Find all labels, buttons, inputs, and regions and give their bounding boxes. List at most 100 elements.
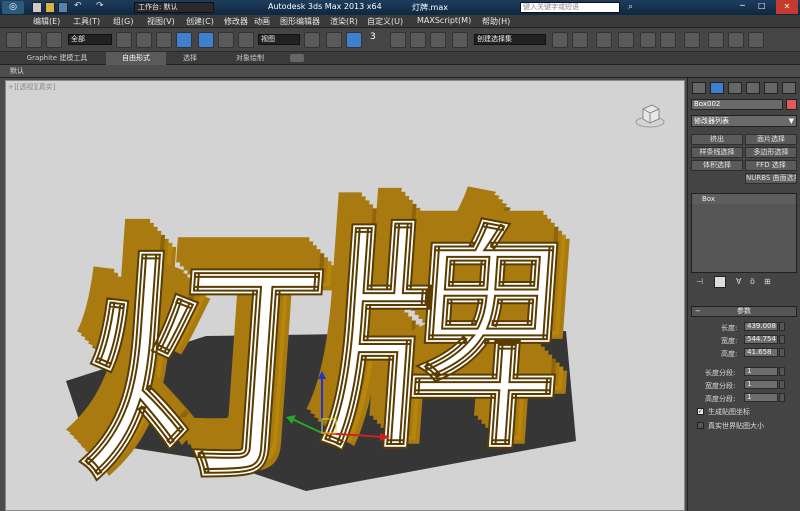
object-name-field[interactable]: Box002: [691, 99, 783, 110]
object-color-swatch[interactable]: [786, 99, 797, 110]
bind-space-warp-icon[interactable]: [46, 32, 62, 48]
menu-animation[interactable]: 动画: [254, 16, 270, 27]
schematic-view-icon[interactable]: [660, 32, 676, 48]
length-segs-input[interactable]: 1: [744, 367, 778, 376]
menu-edit[interactable]: 编辑(E): [33, 16, 60, 27]
save-file-icon[interactable]: [58, 2, 68, 13]
length-spinner[interactable]: [779, 322, 785, 331]
search-input[interactable]: 键入关键字或短语: [520, 2, 620, 13]
ribbon-options-icon[interactable]: [290, 54, 304, 62]
percent-snap-icon[interactable]: [410, 32, 426, 48]
tab-freeform[interactable]: 自由形式: [106, 52, 166, 65]
make-unique-icon[interactable]: ∀: [736, 277, 746, 287]
menu-graph-editors[interactable]: 图形编辑器: [280, 16, 320, 27]
minimize-icon[interactable]: ─: [740, 1, 745, 10]
menu-view[interactable]: 视图(V): [147, 16, 175, 27]
layer-manager-icon[interactable]: [596, 32, 612, 48]
vol-select-button[interactable]: 体积选择: [691, 160, 743, 171]
workspace-dropdown[interactable]: 工作台: 默认: [134, 2, 214, 13]
undo-icon[interactable]: ↶: [74, 1, 82, 11]
app-logo-icon[interactable]: ◎: [2, 1, 24, 14]
render-icon[interactable]: [748, 32, 764, 48]
select-manipulate-icon[interactable]: [326, 32, 342, 48]
width-spinner[interactable]: [779, 335, 785, 344]
perspective-viewport[interactable]: +][透视][真实] 灯 灯 灯 灯 灯 灯 灯 灯 灯 牌 牌 牌 牌 牌 牌…: [5, 80, 685, 511]
angle-snap-icon[interactable]: [390, 32, 406, 48]
align-icon[interactable]: [572, 32, 588, 48]
menu-customize[interactable]: 自定义(U): [367, 16, 403, 27]
height-segs-spinner[interactable]: [779, 393, 785, 402]
edit-named-selection-icon[interactable]: [452, 32, 468, 48]
select-scale-icon[interactable]: [238, 32, 254, 48]
move-gizmo-icon[interactable]: [284, 371, 394, 441]
mirror-icon[interactable]: [552, 32, 568, 48]
select-by-name-icon[interactable]: [136, 32, 152, 48]
menu-modifiers[interactable]: 修改器: [224, 16, 248, 27]
height-spinner[interactable]: [779, 348, 785, 357]
redo-icon[interactable]: ↷: [96, 1, 104, 11]
height-segs-input[interactable]: 1: [744, 393, 778, 402]
rollout-params-header[interactable]: − 参数: [691, 306, 797, 317]
new-file-icon[interactable]: [32, 2, 42, 13]
select-object-icon[interactable]: [116, 32, 132, 48]
stack-item-box[interactable]: Box: [692, 194, 796, 204]
menu-help[interactable]: 帮助(H): [482, 16, 510, 27]
close-icon[interactable]: ✕: [776, 0, 798, 14]
open-file-icon[interactable]: [45, 2, 55, 13]
gen-mapping-checkbox[interactable]: ✓: [697, 408, 704, 415]
ffd-select-button[interactable]: FFD 选择: [745, 160, 797, 171]
menu-create[interactable]: 创建(C): [186, 16, 214, 27]
configure-sets-icon[interactable]: ⊞: [764, 277, 774, 287]
pin-stack-icon[interactable]: ⊣: [696, 277, 706, 287]
width-segs-input[interactable]: 1: [744, 380, 778, 389]
motion-tab-icon[interactable]: [746, 82, 760, 94]
menu-rendering[interactable]: 渲染(R): [330, 16, 358, 27]
keyboard-shortcut-icon[interactable]: [346, 32, 362, 48]
select-move-icon[interactable]: [198, 32, 214, 48]
show-end-result-icon[interactable]: [714, 276, 726, 288]
spinner-snap-icon[interactable]: [430, 32, 446, 48]
extrude-button[interactable]: 挤出: [691, 134, 743, 145]
search-icon[interactable]: ⌕: [628, 2, 633, 12]
tab-selection[interactable]: 选择: [170, 52, 210, 65]
tab-graphite[interactable]: Graphite 建模工具: [18, 52, 96, 65]
curve-editor-icon[interactable]: [640, 32, 656, 48]
menu-maxscript[interactable]: MAXScript(M): [417, 16, 471, 25]
remove-modifier-icon[interactable]: ö: [750, 277, 760, 287]
width-input[interactable]: 544.754: [744, 335, 778, 344]
create-tab-icon[interactable]: [692, 82, 706, 94]
link-icon[interactable]: [6, 32, 22, 48]
width-segs-spinner[interactable]: [779, 380, 785, 389]
poly-select-button[interactable]: 多边形选择: [745, 147, 797, 158]
modify-tab-icon[interactable]: [710, 82, 724, 94]
length-segs-spinner[interactable]: [779, 367, 785, 376]
graphite-toggle-icon[interactable]: [618, 32, 634, 48]
material-editor-icon[interactable]: [684, 32, 700, 48]
maximize-icon[interactable]: □: [758, 1, 766, 10]
window-crossing-icon[interactable]: [176, 32, 192, 48]
named-selection-dropdown[interactable]: 创建选择集: [474, 34, 546, 45]
rectangular-selection-icon[interactable]: [156, 32, 172, 48]
patch-select-button[interactable]: 面片选择: [745, 134, 797, 145]
real-world-checkbox[interactable]: [697, 422, 704, 429]
modifier-stack[interactable]: Box: [691, 193, 797, 273]
utilities-tab-icon[interactable]: [782, 82, 796, 94]
ref-coord-dropdown[interactable]: 视图: [258, 34, 300, 45]
unlink-icon[interactable]: [26, 32, 42, 48]
tab-object-paint[interactable]: 对象绘制: [220, 52, 280, 65]
pivot-center-icon[interactable]: [304, 32, 320, 48]
menu-tools[interactable]: 工具(T): [73, 16, 100, 27]
scene-3d-text[interactable]: 灯 灯 灯 灯 灯 灯 灯 灯 灯 牌 牌 牌 牌 牌 牌 牌 牌 牌: [6, 81, 685, 511]
rendered-frame-icon[interactable]: [728, 32, 744, 48]
length-input[interactable]: 439.008: [744, 322, 778, 331]
snap-toggle-icon[interactable]: 3: [370, 32, 386, 48]
spline-select-button[interactable]: 样条线选择: [691, 147, 743, 158]
menu-group[interactable]: 组(G): [113, 16, 133, 27]
display-tab-icon[interactable]: [764, 82, 778, 94]
nurbs-surface-select-button[interactable]: NURBS 曲面选择: [745, 173, 797, 184]
render-setup-icon[interactable]: [708, 32, 724, 48]
modifier-list-dropdown[interactable]: 修改器列表 ▼: [691, 115, 797, 127]
height-input[interactable]: 41.658: [744, 348, 778, 357]
selection-filter-dropdown[interactable]: 全部: [68, 34, 112, 45]
hierarchy-tab-icon[interactable]: [728, 82, 742, 94]
